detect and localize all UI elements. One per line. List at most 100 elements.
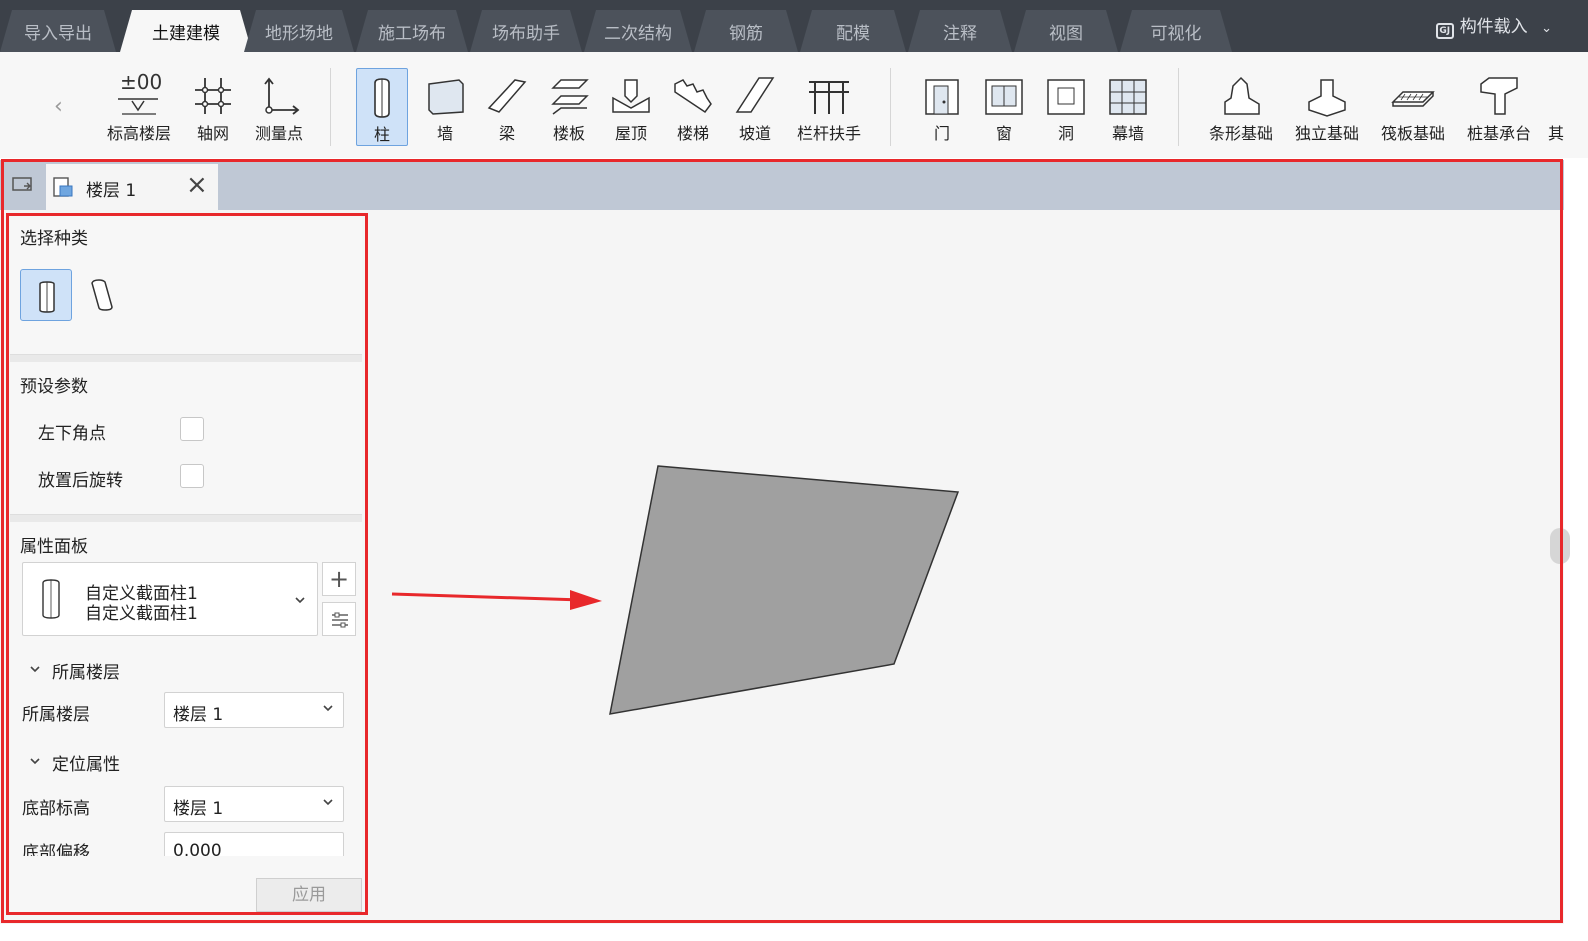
gj-icon: GJ: [1435, 23, 1454, 39]
wall-button[interactable]: 墙: [420, 68, 470, 148]
isolated-foundation-icon: [1308, 79, 1346, 117]
ramp-icon: [735, 77, 775, 113]
window-icon: [985, 79, 1023, 115]
strip-foundation-icon: [1224, 76, 1260, 115]
section-divider: [10, 354, 362, 362]
chevron-down-icon[interactable]: [28, 662, 42, 676]
slab-button[interactable]: 楼板: [542, 68, 596, 148]
tab-construction-layout[interactable]: 施工场布: [356, 10, 468, 52]
bottom-elevation-label: 底部标高: [22, 799, 90, 819]
opening-button[interactable]: 洞: [1040, 68, 1092, 148]
type-option-slanted-column[interactable]: [78, 269, 130, 321]
tab-civil-modeling[interactable]: 土建建模: [120, 10, 252, 52]
railing-icon: [809, 81, 849, 114]
survey-point-icon: [264, 77, 300, 115]
group-floor-title: 所属楼层: [52, 663, 120, 683]
beam-button[interactable]: 梁: [482, 68, 532, 148]
ribbon-toolbar: ‹ ±00 标高楼层 轴网 测量点 柱 墙 梁 楼板 屋顶 楼梯 坡道 栏杆扶手…: [0, 52, 1588, 158]
opening-icon: [1047, 79, 1085, 115]
floor-doc-icon: [53, 177, 73, 197]
column-icon: [42, 579, 60, 619]
rotate-after-place-label: 放置后旋转: [38, 471, 123, 491]
document-tab-floor[interactable]: 楼层 1 ×: [46, 164, 218, 210]
curtain-wall-button[interactable]: 幕墙: [1102, 68, 1154, 148]
pile-cap-button[interactable]: 桩基承台: [1460, 68, 1538, 148]
chevron-down-icon: [323, 705, 333, 712]
raft-foundation-button[interactable]: 筏板基础: [1374, 68, 1452, 148]
model-viewport[interactable]: [374, 212, 1570, 924]
roof-button[interactable]: 屋顶: [604, 68, 658, 148]
beam-icon: [487, 79, 527, 113]
column-icon: [374, 78, 390, 118]
rotate-after-place-checkbox[interactable]: [180, 464, 204, 488]
window-button[interactable]: 窗: [978, 68, 1030, 148]
group-position-title: 定位属性: [52, 755, 120, 775]
bottom-elevation-select[interactable]: 楼层 1: [164, 786, 344, 822]
tab-view[interactable]: 视图: [1014, 10, 1118, 52]
axis-grid-button[interactable]: 轴网: [184, 68, 242, 148]
door-button[interactable]: 门: [916, 68, 968, 148]
floor-select[interactable]: 楼层 1: [164, 692, 344, 728]
roof-icon: [612, 79, 650, 113]
chevron-down-icon: [295, 597, 305, 604]
component-settings-button[interactable]: [322, 602, 356, 636]
railing-button[interactable]: 栏杆扶手: [790, 68, 868, 148]
tab-formwork[interactable]: 配模: [800, 10, 906, 52]
bottom-left-corner-checkbox[interactable]: [180, 417, 204, 441]
component-name-line2: 自定义截面柱1: [85, 604, 198, 624]
wall-icon: [428, 79, 464, 115]
apply-button[interactable]: 应用: [256, 878, 362, 912]
isolated-foundation-button[interactable]: 独立基础: [1288, 68, 1366, 148]
straight-column-icon: [39, 281, 55, 313]
floor-label: 所属楼层: [22, 705, 90, 725]
viewport-right-handle[interactable]: [1550, 528, 1570, 564]
slanted-column-icon: [91, 279, 113, 311]
slab-icon: [551, 79, 589, 115]
door-icon: [925, 79, 959, 115]
stair-button[interactable]: 楼梯: [666, 68, 720, 148]
sliders-icon: [332, 612, 348, 628]
select-type-title: 选择种类: [20, 229, 88, 249]
ribbon-separator: [330, 68, 331, 146]
add-component-button[interactable]: +: [322, 562, 356, 596]
document-area: 楼层 1 × 选择种类 预设参数 左下角点 放置后旋转 属性面板 自定义截面柱1…: [0, 160, 1570, 924]
document-tab-strip: 楼层 1 ×: [0, 160, 1564, 210]
preset-params-title: 预设参数: [20, 377, 88, 397]
tab-rebar[interactable]: 钢筋: [694, 10, 798, 52]
floor-elevation-button[interactable]: ±00 标高楼层: [102, 68, 176, 148]
ramp-button[interactable]: 坡道: [730, 68, 780, 148]
pile-cap-icon: [1480, 77, 1518, 115]
component-load-button[interactable]: GJ 构件载入 ⌄: [1435, 0, 1552, 44]
column-button[interactable]: 柱: [356, 68, 408, 146]
other-button[interactable]: 其: [1546, 68, 1588, 148]
type-option-straight-column[interactable]: [20, 269, 72, 321]
close-icon[interactable]: ×: [186, 170, 208, 200]
property-panel-title: 属性面板: [20, 537, 88, 557]
dock-panel-icon[interactable]: [12, 176, 34, 194]
ribbon-separator: [1178, 68, 1179, 146]
component-selector[interactable]: 自定义截面柱1 自定义截面柱1: [22, 562, 318, 636]
stair-icon: [674, 79, 712, 114]
tab-visualization[interactable]: 可视化: [1120, 10, 1232, 52]
document-tab-label: 楼层 1: [86, 181, 137, 201]
bottom-left-corner-label: 左下角点: [38, 424, 106, 444]
component-left-panel: 选择种类 预设参数 左下角点 放置后旋转 属性面板 自定义截面柱1 自定义截面柱…: [10, 214, 362, 914]
section-divider: [10, 514, 362, 522]
chevron-down-icon: ⌄: [1541, 21, 1552, 36]
tab-import-export[interactable]: 导入导出: [0, 10, 116, 52]
main-tab-bar: 导入导出 土建建模 地形场地 施工场布 场布助手 二次结构 钢筋 配模 注释 视…: [0, 0, 1588, 52]
ribbon-separator: [890, 68, 891, 146]
red-arrow-annotation: [391, 590, 602, 610]
survey-point-button[interactable]: 测量点: [248, 68, 310, 148]
ribbon-scroll-left-icon[interactable]: ‹: [54, 94, 63, 119]
curtain-wall-icon: [1109, 79, 1147, 115]
raft-foundation-icon: [1391, 91, 1435, 107]
tab-secondary-structure[interactable]: 二次结构: [584, 10, 692, 52]
elevation-icon: ±00: [114, 70, 164, 118]
chevron-down-icon[interactable]: [28, 754, 42, 768]
chevron-down-icon: [323, 799, 333, 806]
tab-annotation[interactable]: 注释: [908, 10, 1012, 52]
tab-terrain-site[interactable]: 地形场地: [244, 10, 354, 52]
tab-layout-assistant[interactable]: 场布助手: [470, 10, 582, 52]
strip-foundation-button[interactable]: 条形基础: [1202, 68, 1280, 148]
